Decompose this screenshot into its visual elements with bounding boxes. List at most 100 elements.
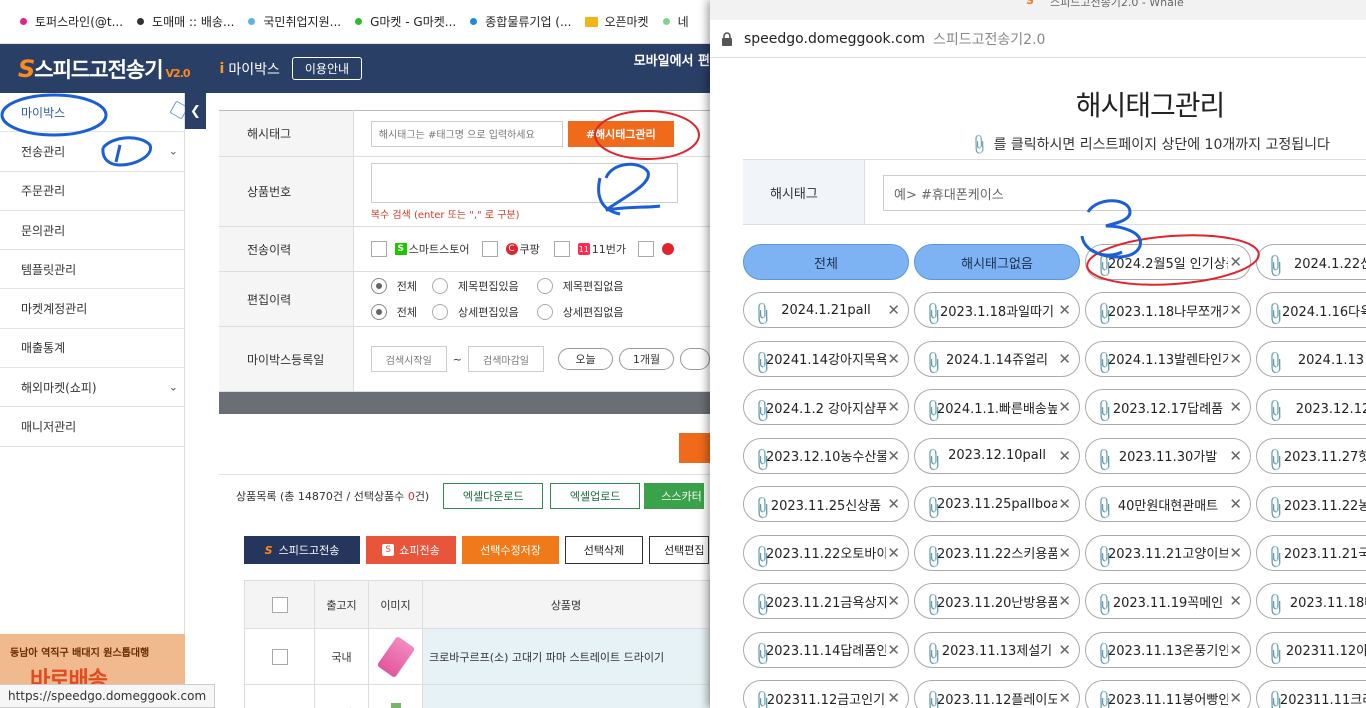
hashtag-chip[interactable]: 📎 2023.12.17답례품 ✕	[1085, 389, 1251, 425]
close-icon[interactable]: ✕	[1229, 641, 1242, 659]
hashtag-chip[interactable]: 📎20241.14강아지목욕가운✕	[743, 340, 909, 377]
close-icon[interactable]: ✕	[1229, 253, 1242, 271]
checkbox-more[interactable]	[638, 241, 655, 257]
row-checkbox[interactable]	[271, 648, 288, 665]
hashtag-chip[interactable]: 📎2023.11.27핫겁쌔✕	[1256, 437, 1366, 474]
hashtag-chip[interactable]: 📎2024.1.13발렌타인기획전✕	[1085, 340, 1251, 377]
checkbox-11st[interactable]	[553, 241, 570, 257]
radio-detail-all[interactable]	[370, 304, 387, 320]
hashtag-chip[interactable]: 📎 2024.1.21pall ✕	[743, 292, 909, 328]
bookmark-item[interactable]: 도매매 :: 배송...	[137, 13, 234, 30]
bookmark-item[interactable]: 토퍼스라인(@t...	[20, 13, 123, 30]
close-icon[interactable]: ✕	[887, 544, 900, 562]
hashtag-chip[interactable]: 📎2024.1.16다육이전✕	[1256, 292, 1366, 328]
radio-detail-edited[interactable]	[432, 304, 449, 320]
hashtag-chip[interactable]: 📎 2023.12.10농수산물 ✕	[743, 437, 909, 474]
hashtag-chip[interactable]: 📎2023.11.21금욕상자+트렌드✕	[743, 583, 909, 619]
checkbox-smartstore[interactable]	[370, 241, 387, 257]
close-icon[interactable]: ✕	[887, 495, 900, 513]
sidebar-item-transfer[interactable]: 전송관리 ⌄	[0, 132, 184, 172]
close-icon[interactable]: ✕	[1229, 689, 1242, 707]
filter-all-button[interactable]: 전체	[743, 244, 909, 280]
sidebar-item-managers[interactable]: 매니저관리	[0, 407, 184, 447]
speedgo-transfer-button[interactable]: S 스피드고전송	[244, 536, 360, 564]
sidebar-item-orders[interactable]: 주문관리	[0, 172, 184, 211]
hashtag-chip[interactable]: 📎 2024.1.2 강아지샴푸 ✕	[743, 389, 909, 425]
table-row[interactable]: 국내	[244, 684, 710, 708]
hashtag-chip[interactable]: 📎 2023.11.30가발 ✕	[1085, 437, 1251, 474]
excel-download-button[interactable]: 엑셀다운로드	[443, 482, 544, 509]
radio-title-edited[interactable]	[432, 278, 449, 294]
close-icon[interactable]: ✕	[887, 689, 900, 707]
filter-no-hashtag-button[interactable]: 해시태그없음	[914, 244, 1080, 280]
hashtag-chip[interactable]: 📎2023.11.13온풍기인기✕	[1085, 631, 1251, 668]
hashtag-chip[interactable]: 📎2023.11.14답례품인기차근✕	[743, 631, 909, 668]
sidebar-item-inquiries[interactable]: 문의관리	[0, 211, 184, 251]
edit-selected-button[interactable]: 선택편집	[649, 536, 709, 564]
delete-selected-button[interactable]: 선택삭제	[565, 536, 643, 564]
close-icon[interactable]: ✕	[1229, 544, 1242, 562]
close-icon[interactable]: ✕	[887, 592, 900, 610]
close-icon[interactable]: ✕	[1229, 350, 1242, 368]
hashtag-chip[interactable]: 📎 2023.12.10pall ✕	[914, 437, 1080, 474]
radio-title-all[interactable]	[370, 278, 387, 294]
bookmark-item[interactable]: 국민취업지원...	[248, 13, 341, 30]
hashtag-chip[interactable]: 📎2023.11.12플레이도우.클레✕	[914, 680, 1080, 708]
close-icon[interactable]: ✕	[1058, 641, 1071, 659]
hashtag-chip[interactable]: 📎 2023.11.20난방용품 ✕	[914, 583, 1080, 619]
radio-detail-unedited[interactable]	[536, 304, 553, 320]
close-icon[interactable]: ✕	[1058, 689, 1071, 707]
hashtag-chip[interactable]: 📎2024.1.22신규✕	[1256, 244, 1366, 280]
close-icon[interactable]: ✕	[887, 350, 900, 368]
close-icon[interactable]: ✕	[1058, 398, 1071, 416]
hashtag-chip[interactable]: 📎 2023.1.18과일따기 ✕	[914, 292, 1080, 328]
hashtag-chip[interactable]: 📎2024.1.1.빠른배송높은가격✕	[914, 389, 1080, 425]
excel-upload-button[interactable]: 엑셀업로드	[550, 482, 641, 509]
hashtag-chip[interactable]: 📎 2024.2월5일 인기상품 ✕	[1085, 244, 1251, 280]
radio-title-unedited[interactable]	[536, 278, 553, 294]
hashtag-chip[interactable]: 📎 2023.11.13제설기 ✕	[914, 631, 1080, 668]
hashtag-chip[interactable]: 📎2023.11.21고양이브러쉬✕	[1085, 534, 1251, 571]
sidebar-item-templates[interactable]: 템플릿관리	[0, 250, 184, 290]
scanner-button[interactable]: 스스카터	[644, 482, 705, 509]
table-row[interactable]: 국내 크로바구르프(소) 고대기 파마 스트레이트 드라이기	[244, 628, 710, 685]
1month-button[interactable]: 1개월	[619, 348, 674, 370]
hashtag-manage-button[interactable]: #해시태그관리	[567, 120, 674, 147]
bookmark-item[interactable]: 네	[662, 13, 689, 30]
hashtag-chip[interactable]: 📎2023.11.21국내산✕	[1256, 534, 1366, 571]
close-icon[interactable]: ✕	[1058, 495, 1071, 513]
product-name-cell[interactable]	[422, 684, 710, 708]
date-start-input[interactable]: 검색시작일	[370, 346, 447, 372]
product-no-textarea[interactable]	[370, 162, 678, 203]
guide-button[interactable]: 이용안내	[291, 57, 363, 80]
checkbox-coupang[interactable]	[481, 241, 498, 257]
popup-url-domain[interactable]: speedgo.domeggook.com	[744, 31, 925, 47]
bookmark-item[interactable]: 오픈마켓	[585, 13, 649, 30]
close-icon[interactable]: ✕	[1229, 447, 1242, 465]
product-thumbnail[interactable]	[390, 702, 401, 708]
close-icon[interactable]: ✕	[887, 398, 900, 416]
close-icon[interactable]: ✕	[1229, 301, 1242, 319]
bookmark-item[interactable]: G마켓 - G마켓...	[355, 13, 456, 30]
bookmark-item[interactable]: 종합물류기업 (...	[470, 13, 571, 30]
close-icon[interactable]: ✕	[887, 641, 900, 659]
popup-hashtag-input[interactable]: 예> #휴대폰케이스	[883, 175, 1366, 211]
shopee-transfer-button[interactable]: S 쇼피전송	[366, 536, 456, 564]
hashtag-chip[interactable]: 📎 2023.11.25신상품 ✕	[743, 486, 909, 522]
hashtag-chip[interactable]: 📎 202311.12금고인기 ✕	[743, 680, 909, 708]
close-icon[interactable]: ✕	[1058, 592, 1071, 610]
hashtag-input[interactable]: 해시태그는 #태그명 으로 입력하세요	[370, 120, 563, 147]
hashtag-chip[interactable]: 📎2023.11.25pallboard✕	[914, 486, 1080, 522]
product-name-cell[interactable]: 크로바구르프(소) 고대기 파마 스트레이트 드라이기	[422, 628, 710, 685]
hashtag-chip[interactable]: 📎2023.11.11붕어빵인기✕	[1085, 680, 1251, 708]
hashtag-chip[interactable]: 📎2023.11.22농사용✕	[1256, 486, 1366, 522]
sidebar-item-sales-stats[interactable]: 매출통계	[0, 329, 184, 369]
close-icon[interactable]: ✕	[1058, 350, 1071, 368]
search-button[interactable]	[679, 433, 710, 463]
product-thumbnail[interactable]	[376, 635, 415, 678]
hashtag-chip[interactable]: 📎2024.1.13 고✕	[1256, 340, 1366, 377]
close-icon[interactable]: ✕	[1058, 301, 1071, 319]
hashtag-chip[interactable]: 📎202311.11크리스마✕	[1256, 680, 1366, 708]
hashtag-chip[interactable]: 📎 2023.1.18나무쪼개기 ✕	[1085, 292, 1251, 328]
hashtag-chip[interactable]: 📎2023.11.22오토바이용품✕	[743, 534, 909, 571]
